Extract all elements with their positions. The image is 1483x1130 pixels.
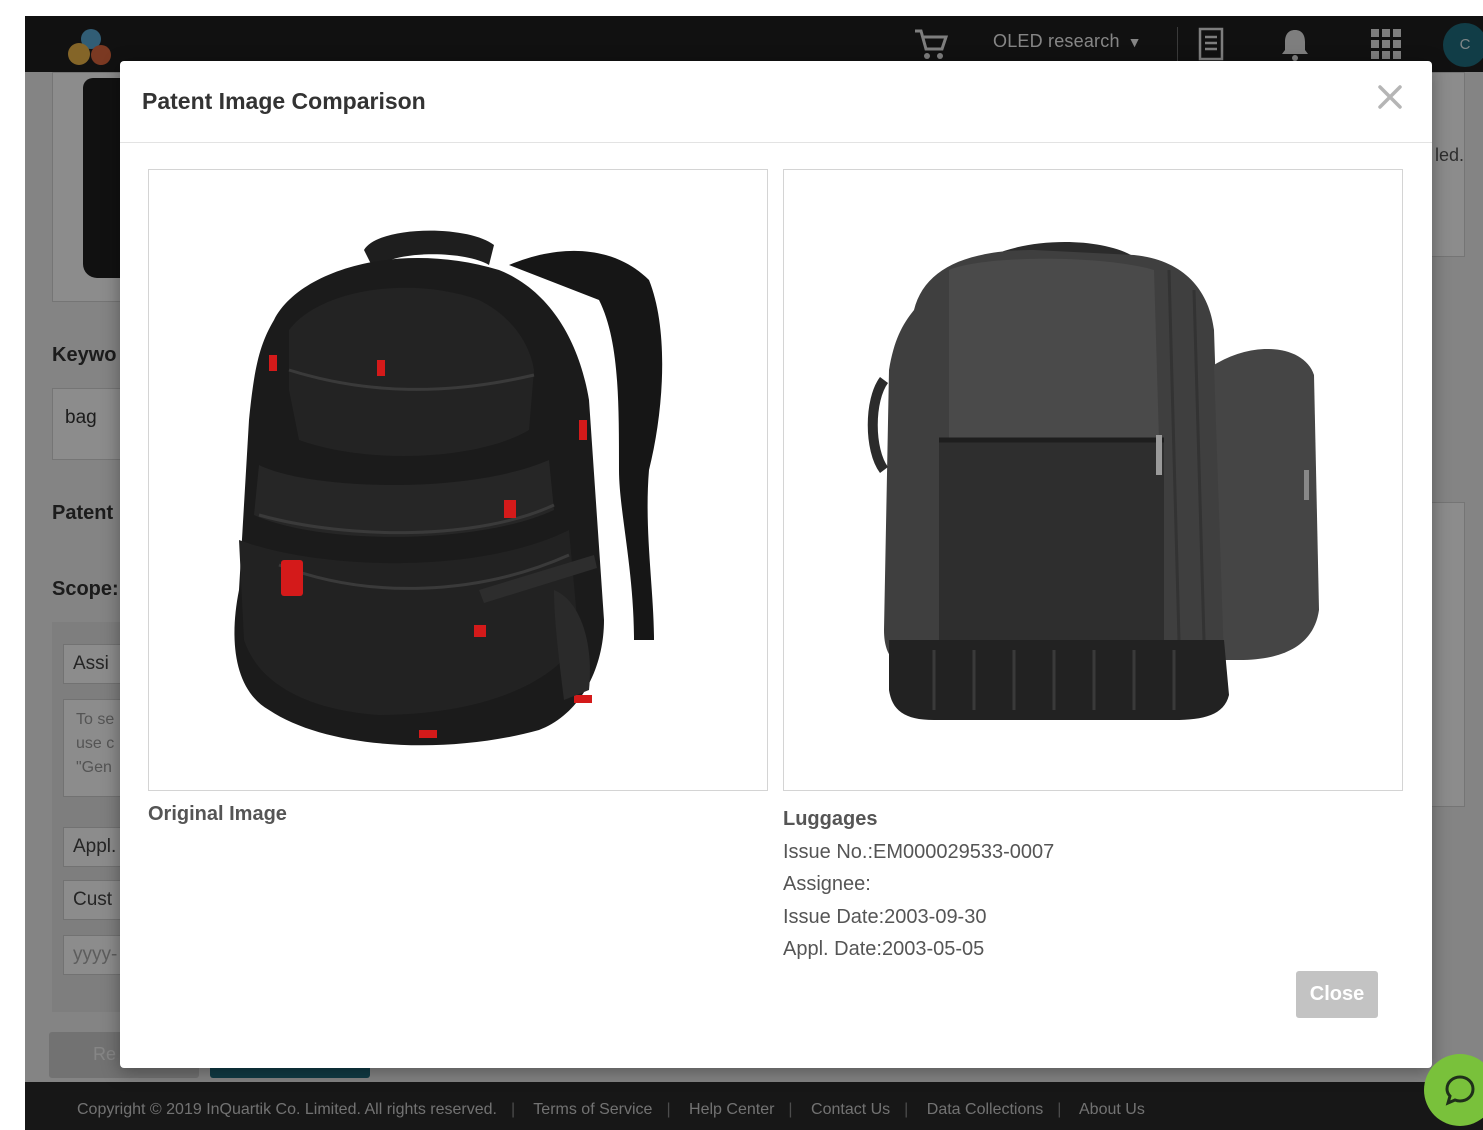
close-button[interactable]: Close (1296, 971, 1378, 1018)
patent-application-date: Appl. Date:2003-05-05 (783, 938, 985, 960)
modal-title: Patent Image Comparison (142, 88, 426, 114)
patent-image-comparison-modal: Patent Image Comparison Original Image L… (120, 61, 1432, 1068)
patent-title: Luggages (783, 808, 878, 830)
patent-image-panel (783, 169, 1403, 791)
patent-issue-number: Issue No.:EM000029533-0007 (783, 840, 1055, 863)
modal-header: Patent Image Comparison (120, 61, 1432, 143)
patent-info: Luggages Issue No.:EM000029533-0007 Assi… (783, 803, 1054, 966)
original-backpack-image (234, 230, 663, 746)
original-image-caption: Original Image (148, 803, 287, 825)
patent-issue-date: Issue Date:2003-09-30 (783, 905, 987, 928)
patent-luggage-image (867, 242, 1319, 720)
original-image-panel (148, 169, 768, 791)
close-icon[interactable] (1374, 81, 1406, 113)
patent-assignee: Assignee: (783, 873, 871, 895)
chat-icon (1445, 1075, 1475, 1106)
